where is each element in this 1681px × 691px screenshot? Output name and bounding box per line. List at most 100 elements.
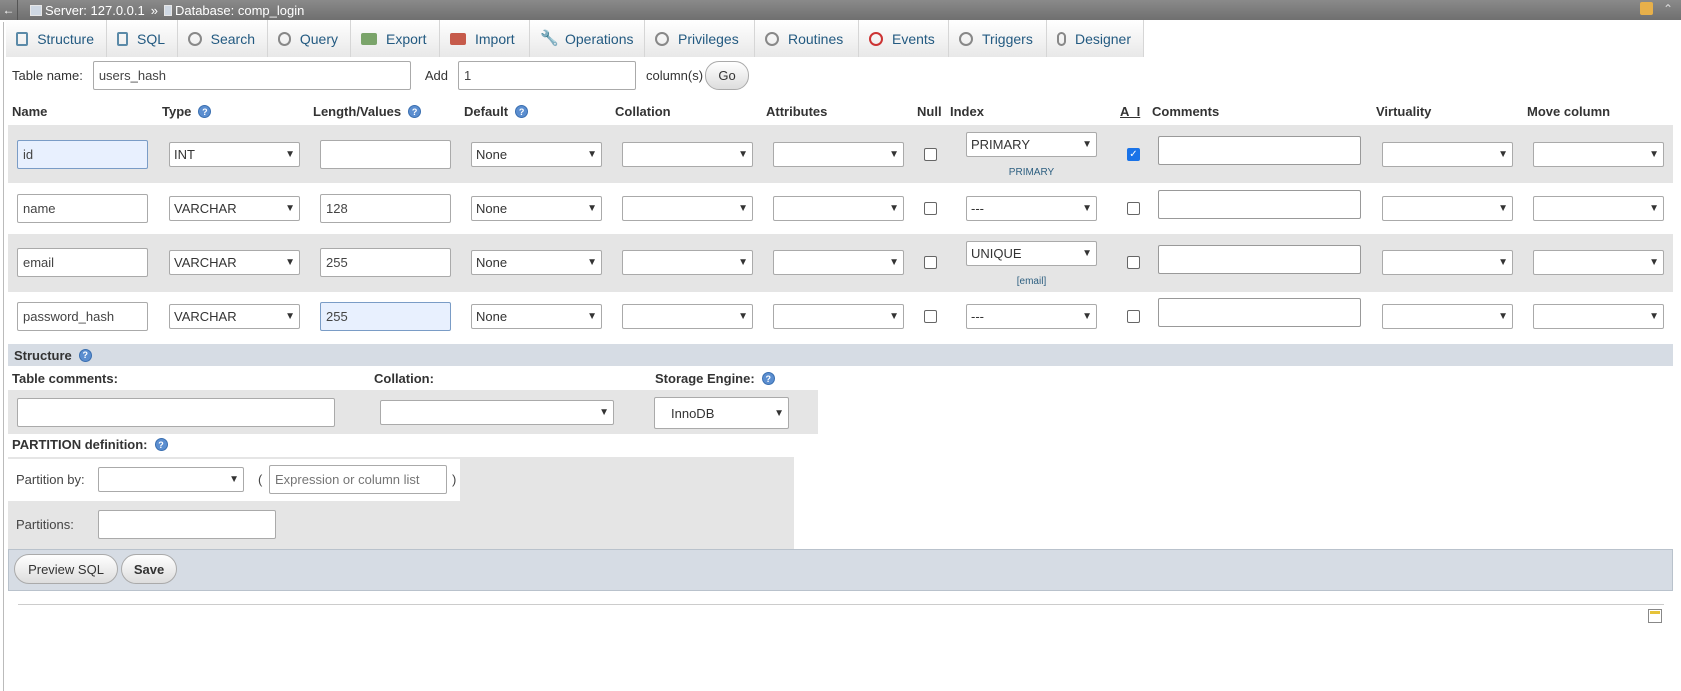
help-icon[interactable]: ? xyxy=(198,105,212,118)
partition-expression-input[interactable] xyxy=(269,465,447,494)
comments-textarea[interactable] xyxy=(1158,190,1361,219)
index-subtitle[interactable]: [email] xyxy=(966,276,1097,287)
storage-engine-select[interactable]: InnoDB ▼ xyxy=(654,397,789,429)
save-button[interactable]: Save xyxy=(121,554,177,584)
null-checkbox[interactable] xyxy=(924,310,937,323)
tab-export[interactable]: Export xyxy=(351,20,440,57)
table-collation-select[interactable]: ▼ xyxy=(380,400,614,425)
null-checkbox[interactable] xyxy=(924,256,937,269)
query-icon xyxy=(278,31,291,46)
attributes-select[interactable]: ▼ xyxy=(773,142,904,167)
collation-select[interactable]: ▼ xyxy=(622,304,753,329)
column-name-input[interactable]: name xyxy=(17,194,148,223)
column-name-input[interactable]: id xyxy=(17,140,148,169)
tab-operations[interactable]: 🔧 Operations xyxy=(530,20,645,57)
attributes-select[interactable]: ▼ xyxy=(773,304,904,329)
comments-textarea[interactable] xyxy=(1158,245,1361,274)
breadcrumb-database[interactable]: Database: comp_login xyxy=(175,3,304,18)
default-value: None xyxy=(476,147,508,162)
collation-select[interactable]: ▼ xyxy=(622,142,753,167)
chevron-down-icon: ▼ xyxy=(889,203,899,214)
collation-select[interactable]: ▼ xyxy=(622,250,753,275)
column-name-input[interactable]: password_hash xyxy=(17,302,148,331)
tab-sql[interactable]: SQL xyxy=(107,20,178,57)
collation-select[interactable]: ▼ xyxy=(622,196,753,221)
index-select[interactable]: --- ▼ xyxy=(966,196,1097,221)
ai-checkbox[interactable]: ✓ xyxy=(1127,148,1140,161)
attributes-select[interactable]: ▼ xyxy=(773,250,904,275)
tab-query[interactable]: Query xyxy=(268,20,351,57)
null-checkbox[interactable] xyxy=(924,202,937,215)
move-column-select[interactable]: ▼ xyxy=(1533,304,1664,329)
virtuality-select[interactable]: ▼ xyxy=(1382,304,1513,329)
tab-events[interactable]: Events xyxy=(859,20,949,57)
length-input[interactable]: 255 xyxy=(320,302,451,331)
table-comments-input[interactable] xyxy=(17,398,335,427)
chevron-down-icon: ▼ xyxy=(599,407,609,418)
default-select[interactable]: None ▼ xyxy=(471,196,602,221)
default-select[interactable]: None ▼ xyxy=(471,250,602,275)
move-column-select[interactable]: ▼ xyxy=(1533,250,1664,275)
table-name-input[interactable] xyxy=(92,60,411,90)
chevron-down-icon: ▼ xyxy=(1498,311,1508,322)
index-select[interactable]: PRIMARY ▼ xyxy=(966,132,1097,157)
index-select[interactable]: --- ▼ xyxy=(966,304,1097,329)
index-subtitle[interactable]: PRIMARY xyxy=(966,167,1097,178)
database-icon xyxy=(163,4,172,16)
default-select[interactable]: None ▼ xyxy=(471,304,602,329)
length-input[interactable] xyxy=(320,140,451,169)
index-select[interactable]: UNIQUE ▼ xyxy=(966,241,1097,266)
comments-textarea[interactable] xyxy=(1158,298,1361,327)
chevron-down-icon: ▼ xyxy=(1498,149,1508,160)
preview-sql-button[interactable]: Preview SQL xyxy=(14,554,118,584)
partitions-input[interactable] xyxy=(98,510,276,539)
table-name-label: Table name: xyxy=(12,67,83,83)
routines-icon xyxy=(765,31,779,46)
help-icon[interactable]: ? xyxy=(154,438,168,451)
type-select[interactable]: VARCHAR ▼ xyxy=(169,196,300,221)
ai-checkbox[interactable] xyxy=(1127,310,1140,323)
help-icon[interactable]: ? xyxy=(78,348,92,362)
table-row: email VARCHAR ▼ 255 None ▼ ▼ ▼ UNIQUE ▼ [em… xyxy=(8,234,1673,292)
length-input[interactable]: 255 xyxy=(320,248,451,277)
tab-search[interactable]: Search xyxy=(178,20,268,57)
attributes-select[interactable]: ▼ xyxy=(773,196,904,221)
partition-title-wrap: PARTITION definition:? xyxy=(12,437,168,452)
length-input[interactable]: 128 xyxy=(320,194,451,223)
move-column-select[interactable]: ▼ xyxy=(1533,196,1664,221)
partition-by-select[interactable]: ▼ xyxy=(98,467,244,492)
header-null: Null xyxy=(917,104,942,119)
tab-privileges[interactable]: Privileges xyxy=(645,20,755,57)
type-select[interactable]: VARCHAR ▼ xyxy=(169,304,300,329)
column-name-input[interactable]: email xyxy=(17,248,148,277)
help-icon[interactable]: ? xyxy=(408,105,422,118)
lock-icon[interactable] xyxy=(1639,2,1653,15)
default-value: None xyxy=(476,201,508,216)
breadcrumb-server[interactable]: Server: 127.0.0.1 xyxy=(45,3,145,18)
virtuality-select[interactable]: ▼ xyxy=(1382,250,1513,275)
collapse-icon[interactable]: ⌃ xyxy=(1663,2,1673,16)
null-checkbox[interactable] xyxy=(924,148,937,161)
tab-structure[interactable]: Structure xyxy=(6,20,107,57)
ai-checkbox[interactable] xyxy=(1127,202,1140,215)
help-icon[interactable]: ? xyxy=(761,372,775,385)
tab-import[interactable]: Import xyxy=(440,20,530,57)
type-select[interactable]: INT ▼ xyxy=(169,142,300,167)
comments-textarea[interactable] xyxy=(1158,136,1361,165)
back-arrow-icon[interactable]: ← xyxy=(0,0,18,20)
type-select[interactable]: VARCHAR ▼ xyxy=(169,250,300,275)
chevron-down-icon: ▼ xyxy=(889,311,899,322)
move-column-select[interactable]: ▼ xyxy=(1533,142,1664,167)
go-button[interactable]: Go xyxy=(705,60,750,90)
ai-checkbox[interactable] xyxy=(1127,256,1140,269)
virtuality-select[interactable]: ▼ xyxy=(1382,196,1513,221)
tab-routines[interactable]: Routines xyxy=(755,20,859,57)
help-icon[interactable]: ? xyxy=(515,105,529,118)
header-length: Length/Values? xyxy=(313,104,422,119)
add-columns-count-input[interactable] xyxy=(457,60,636,90)
console-icon[interactable] xyxy=(1648,609,1662,623)
tab-triggers[interactable]: Triggers xyxy=(949,20,1047,57)
virtuality-select[interactable]: ▼ xyxy=(1382,142,1513,167)
default-select[interactable]: None ▼ xyxy=(471,142,602,167)
tab-designer[interactable]: Designer xyxy=(1047,20,1144,57)
